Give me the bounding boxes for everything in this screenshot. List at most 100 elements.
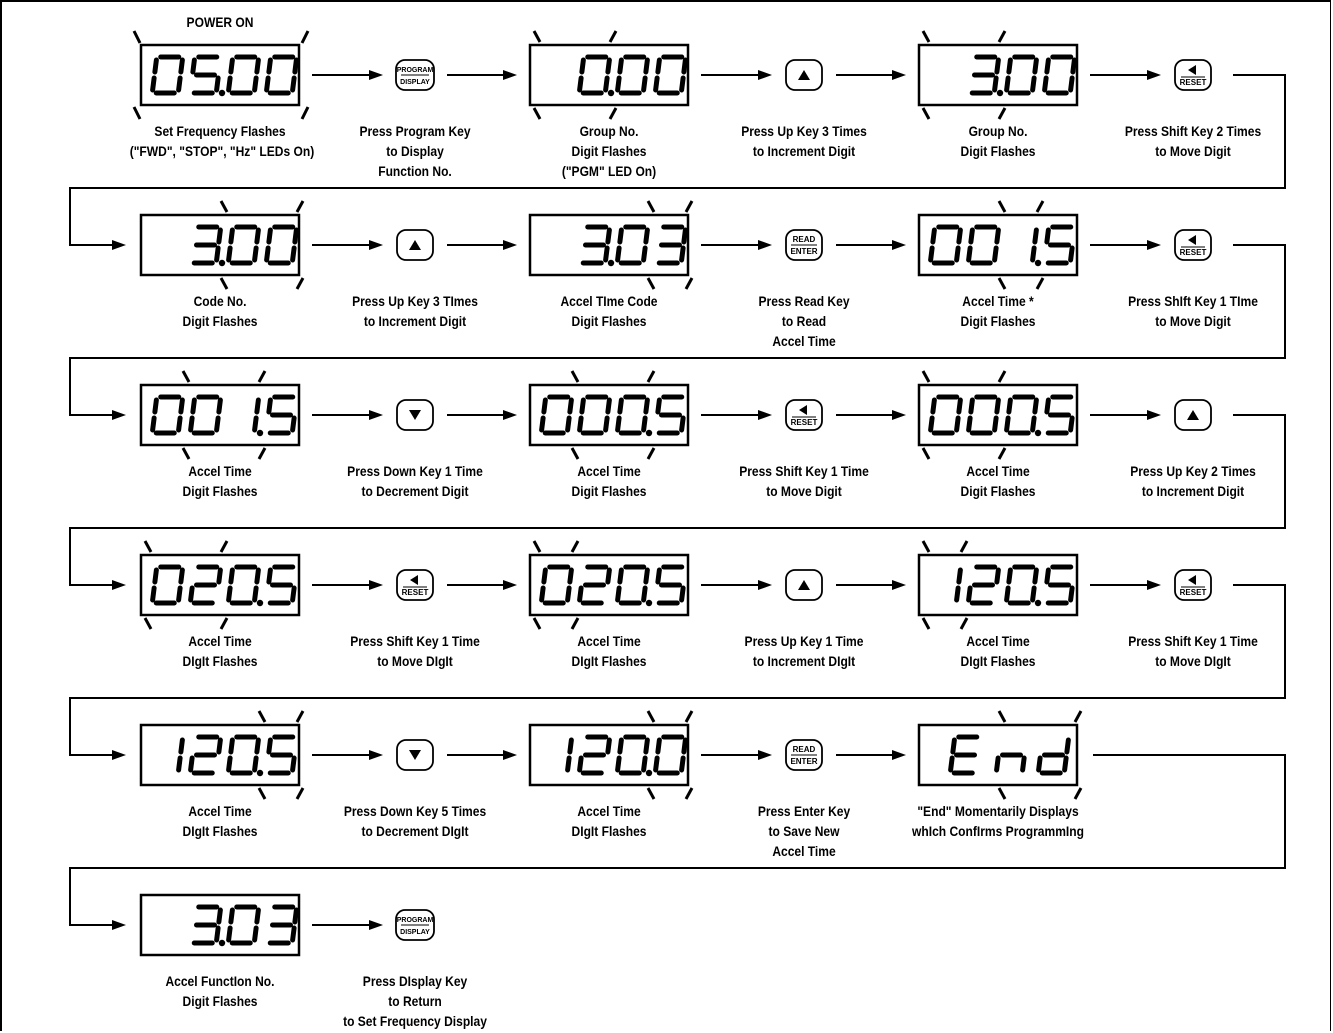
flow-arrow bbox=[312, 70, 383, 80]
caption-line: Accel Time bbox=[577, 803, 641, 819]
segment bbox=[653, 755, 660, 773]
display-frame bbox=[139, 213, 301, 277]
flash-tick bbox=[532, 30, 542, 43]
lcd-display bbox=[132, 30, 310, 120]
flow-arrow bbox=[1090, 240, 1161, 250]
segment bbox=[994, 397, 1001, 415]
segment bbox=[1032, 567, 1039, 585]
flash-tick bbox=[295, 710, 305, 723]
program-key-button[interactable]: PROGRAM DISPLAY bbox=[395, 59, 435, 91]
segment bbox=[226, 925, 233, 943]
lcd-display bbox=[139, 710, 305, 800]
segment bbox=[579, 57, 586, 75]
step-caption: Press Shift Key 1 Time to Move DIgIt bbox=[325, 631, 506, 671]
decimal-point bbox=[607, 89, 615, 97]
step-caption: Press Enter Key to Save New Accel Time bbox=[714, 801, 895, 861]
flow-arrow bbox=[447, 410, 517, 420]
step-caption: Press Down Key 1 Time to Decrement Digit bbox=[325, 461, 506, 501]
segment bbox=[1044, 567, 1051, 585]
flow-arrow bbox=[447, 580, 517, 590]
segment bbox=[264, 75, 271, 93]
segment bbox=[950, 737, 957, 755]
caption-line: Press Read Key bbox=[758, 293, 850, 309]
step-caption: Accel Time DIgIt Flashes bbox=[130, 801, 311, 841]
decimal-point bbox=[1034, 259, 1042, 267]
segment bbox=[643, 227, 650, 245]
segment bbox=[252, 585, 259, 603]
reset-key-button[interactable]: RESET bbox=[396, 569, 434, 601]
up-key-button[interactable] bbox=[785, 569, 823, 601]
flash-tick bbox=[532, 107, 542, 120]
step-caption: Press Shift Key 1 Time to Move Digit bbox=[714, 461, 895, 501]
segment bbox=[254, 227, 261, 245]
reset-key-button[interactable]: RESET bbox=[1174, 59, 1212, 91]
segment bbox=[254, 397, 261, 415]
up-key-button[interactable] bbox=[785, 59, 823, 91]
flash-tick bbox=[921, 30, 931, 43]
segment bbox=[1030, 75, 1037, 93]
segment bbox=[968, 227, 975, 245]
lcd-display bbox=[139, 200, 305, 290]
caption-line: to Move Digit bbox=[1155, 143, 1231, 159]
flash-tick bbox=[132, 106, 142, 120]
segment bbox=[1032, 397, 1039, 415]
segment bbox=[252, 925, 259, 943]
flash-tick bbox=[997, 710, 1007, 723]
program-key-button[interactable]: PROGRAM DISPLAY bbox=[395, 909, 435, 941]
segment bbox=[178, 737, 185, 755]
step-caption: Press Program Key to Display Function No. bbox=[325, 121, 506, 181]
caption-line: Press Shift Key 1 Time bbox=[350, 633, 480, 649]
caption-line: Press Up Key 3 Times bbox=[741, 123, 867, 139]
caption-line: to Move Digit bbox=[1155, 313, 1231, 329]
segment bbox=[1004, 585, 1011, 603]
flash-tick bbox=[132, 30, 142, 44]
caption-line: Accel Time bbox=[577, 633, 641, 649]
flash-tick bbox=[646, 277, 656, 290]
step-caption: Press Down Key 5 Times to Decrement DIgIt bbox=[325, 801, 506, 841]
read-key-label-top: READ bbox=[793, 235, 816, 244]
lcd-display bbox=[917, 370, 1079, 460]
segment bbox=[928, 415, 935, 433]
segment bbox=[1030, 245, 1037, 263]
down-key-button[interactable] bbox=[396, 739, 434, 771]
up-key-button[interactable] bbox=[1174, 399, 1212, 431]
up-key-button[interactable] bbox=[396, 229, 434, 261]
segment bbox=[252, 245, 259, 263]
lcd-display bbox=[528, 710, 694, 800]
segment bbox=[228, 57, 235, 75]
read-key-button[interactable]: READ ENTER bbox=[785, 739, 823, 771]
segment bbox=[603, 75, 610, 93]
flow-arrow bbox=[312, 750, 383, 760]
reset-key-button[interactable]: RESET bbox=[1174, 229, 1212, 261]
segment bbox=[994, 227, 1001, 245]
step-caption: "End" Momentarily Displays whIch ConfIrms… bbox=[908, 801, 1089, 841]
segment bbox=[605, 227, 612, 245]
segment bbox=[615, 75, 622, 93]
caption-line: to Increment Digit bbox=[363, 313, 467, 329]
reset-key-label: RESET bbox=[402, 588, 429, 597]
segment bbox=[603, 245, 610, 263]
caption-line: Press Shift Key 1 Time bbox=[739, 463, 869, 479]
segment bbox=[266, 567, 273, 585]
read-key-button[interactable]: READ ENTER bbox=[785, 229, 823, 261]
flow-arrow bbox=[1090, 580, 1161, 590]
flash-tick bbox=[257, 370, 267, 383]
segment bbox=[1006, 567, 1013, 585]
segment bbox=[966, 585, 973, 603]
segment bbox=[681, 57, 688, 75]
caption-line: Group No. bbox=[968, 123, 1028, 139]
reset-key-button[interactable]: RESET bbox=[785, 399, 823, 431]
caption-line: to Increment DIgIt bbox=[752, 653, 856, 669]
flow-arrow bbox=[836, 70, 906, 80]
step-caption: Press Shift Key 1 Time to Move DIgIt bbox=[1103, 631, 1284, 671]
reset-key-button[interactable]: RESET bbox=[1174, 569, 1212, 601]
segment bbox=[252, 75, 259, 93]
segment bbox=[150, 415, 157, 433]
caption-line: Digit Flashes bbox=[182, 483, 258, 499]
decimal-point bbox=[218, 939, 226, 947]
caption-line: to Move DIgIt bbox=[377, 653, 453, 669]
decimal-point bbox=[645, 769, 653, 777]
caption-line: Accel Time bbox=[966, 633, 1030, 649]
caption-line: to Move DIgIt bbox=[1155, 653, 1231, 669]
down-key-button[interactable] bbox=[396, 399, 434, 431]
